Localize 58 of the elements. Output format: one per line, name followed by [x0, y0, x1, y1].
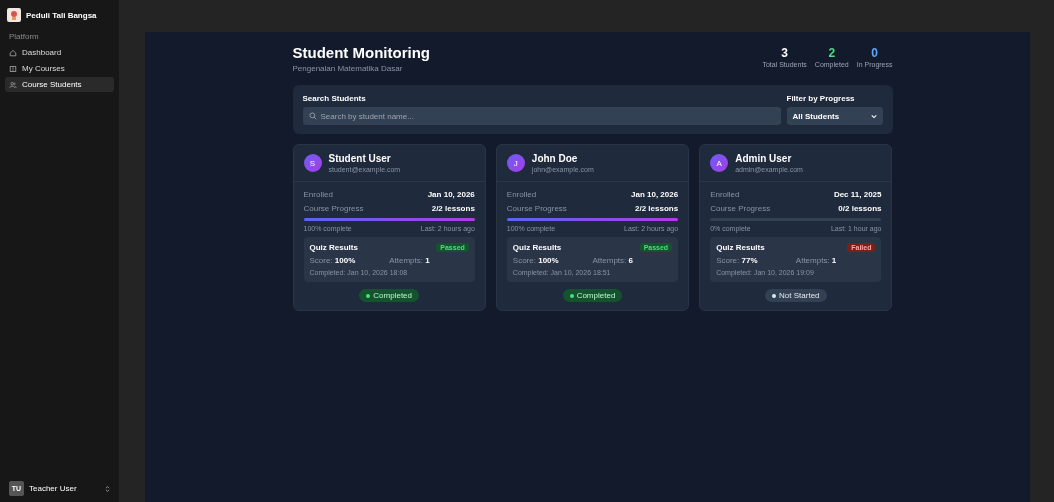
- attempts-label: Attempts:: [592, 256, 627, 265]
- progress-label: Course Progress: [303, 204, 364, 213]
- quiz-title: Quiz Results: [309, 243, 358, 252]
- student-avatar: A: [710, 154, 729, 172]
- stat-value: 2: [828, 46, 836, 60]
- score-label: Score:: [716, 256, 740, 265]
- sidebar-item[interactable]: Course Students: [5, 77, 114, 92]
- page-title: Student Monitoring: [292, 44, 430, 61]
- attempts-value: 6: [628, 256, 633, 265]
- stat-value: 0: [871, 46, 878, 60]
- user-name: Teacher User: [29, 484, 78, 493]
- page-subtitle: Pengenalan Matematika Dasar: [292, 64, 404, 73]
- score-label: Score:: [309, 256, 333, 265]
- attempts-label: Attempts:: [389, 256, 423, 265]
- student-avatar: J: [506, 154, 525, 172]
- lessons-count: 2/2 lessons: [431, 204, 475, 213]
- users-icon: [9, 80, 17, 89]
- search-label: Search Students: [302, 94, 367, 103]
- quiz-title: Quiz Results: [512, 243, 562, 252]
- student-name: John Doe: [531, 153, 579, 164]
- progress-label: Course Progress: [710, 204, 771, 213]
- search-icon: [308, 112, 317, 120]
- student-name: Student User: [328, 153, 392, 164]
- book-icon: [9, 64, 17, 73]
- stat-value: 3: [781, 46, 788, 60]
- status-badge: Not Started: [765, 289, 827, 302]
- attempts-value: 1: [831, 256, 837, 265]
- lessons-count: 2/2 lessons: [635, 204, 679, 213]
- sidebar-item[interactable]: Dashboard: [5, 45, 114, 60]
- status-badge: Completed: [359, 289, 419, 302]
- status-badge: Completed: [562, 289, 623, 302]
- chevron-down-icon: [870, 113, 877, 119]
- score-value: 77%: [741, 256, 758, 265]
- progress-label: Course Progress: [506, 204, 567, 213]
- home-icon: [9, 48, 17, 57]
- enrolled-label: Enrolled: [303, 190, 333, 199]
- filter-dropdown[interactable]: All Students: [786, 107, 883, 125]
- score-value: 100%: [538, 256, 559, 265]
- enrolled-label: Enrolled: [710, 190, 740, 199]
- sidebar-item[interactable]: My Courses: [5, 61, 114, 76]
- enrolled-date: Dec 11, 2025: [833, 190, 882, 199]
- score-value: 100%: [334, 256, 356, 265]
- quiz-title: Quiz Results: [716, 243, 765, 252]
- student-name: Admin User: [735, 153, 793, 164]
- search-field[interactable]: Search by student name...: [302, 107, 781, 125]
- enrolled-date: Jan 10, 2026: [631, 190, 679, 199]
- attempts-label: Attempts:: [795, 256, 830, 265]
- student-avatar: S: [303, 154, 322, 172]
- lessons-count: 0/2 lessons: [838, 204, 882, 213]
- attempts-value: 1: [425, 256, 430, 265]
- enrolled-date: Jan 10, 2026: [427, 190, 475, 199]
- enrolled-label: Enrolled: [506, 190, 537, 199]
- section-label: Platform: [8, 32, 40, 41]
- brand-name: Peduli Tali Bangsa: [26, 10, 97, 20]
- chevrons-icon[interactable]: [105, 484, 110, 493]
- score-label: Score:: [512, 256, 536, 265]
- filter-label: Filter by Progress: [786, 94, 856, 103]
- logo-icon: [7, 8, 21, 22]
